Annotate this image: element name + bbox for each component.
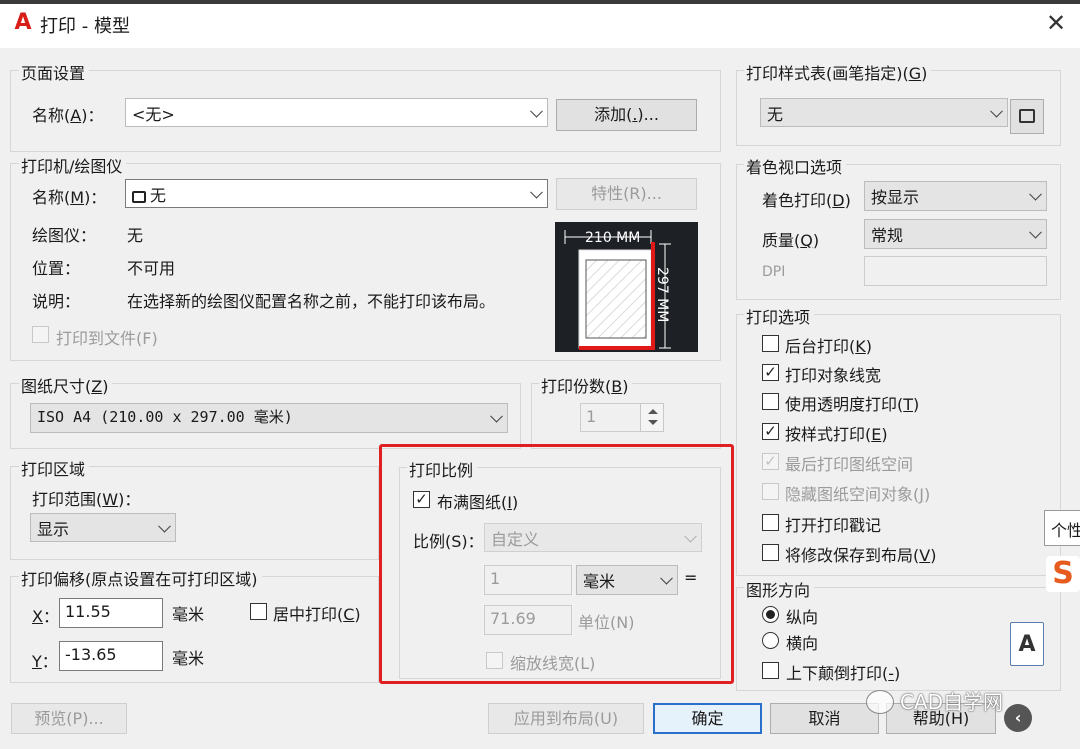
preview-button[interactable]: 预览(P)...	[11, 703, 127, 734]
chevron-down-icon	[530, 104, 543, 118]
plot-area-title: 打印区域	[19, 456, 90, 480]
chevron-down-icon	[1029, 187, 1042, 201]
offset-y-unit: 毫米	[172, 649, 205, 668]
plotter-value: 无	[127, 226, 144, 245]
wechat-icon	[866, 690, 894, 714]
center-plot-label: 居中打印(C)	[273, 605, 361, 624]
edit-plot-style-button[interactable]	[1010, 99, 1044, 134]
shade-plot-label: 着色打印(D)	[762, 191, 851, 210]
chevron-down-icon	[158, 519, 171, 533]
plot-option-label: 后台打印(K)	[785, 337, 872, 356]
print-to-file-label: 打印到文件(F)	[56, 329, 158, 348]
plot-option-checkbox[interactable]	[762, 335, 779, 352]
offset-x-input[interactable]: 11.55	[59, 598, 163, 628]
quality-label: 质量(Q)	[762, 231, 820, 250]
description-value: 在选择新的绘图仪配置名称之前，不能打印该布局。	[127, 292, 496, 311]
offset-y-input[interactable]: -13.65	[59, 641, 163, 671]
watermark: CAD自学网	[900, 690, 1004, 714]
plot-option-checkbox[interactable]	[762, 514, 779, 531]
apply-to-layout-button[interactable]: 应用到布局(U)	[488, 703, 644, 734]
preview-width-text: 210 MM	[585, 230, 640, 246]
help-expand-icon[interactable]: ‹	[1004, 704, 1032, 732]
chevron-down-icon	[990, 104, 1003, 118]
location-label: 位置：	[32, 259, 81, 278]
autocad-icon: A	[14, 10, 32, 35]
add-page-setup-button[interactable]: 添加(.)...	[556, 99, 697, 131]
copies-spinner[interactable]	[640, 403, 664, 432]
description-label: 说明：	[32, 292, 81, 311]
printer-icon	[132, 191, 146, 203]
portrait-radio[interactable]	[762, 606, 779, 623]
plot-option-label: 隐藏图纸空间对象(J)	[785, 485, 931, 504]
plot-option-checkbox[interactable]	[762, 544, 779, 561]
plot-option-label: 将修改保存到布局(V)	[785, 546, 937, 565]
center-plot-checkbox[interactable]	[250, 603, 267, 620]
portrait-label: 纵向	[786, 608, 819, 627]
paper-size-dropdown[interactable]: ISO A4 (210.00 x 297.00 毫米)	[30, 403, 508, 433]
plot-option-label: 最后打印图纸空间	[785, 455, 914, 474]
tooltip: 个性	[1044, 510, 1080, 546]
dpi-input[interactable]	[864, 256, 1047, 286]
plot-style-title: 打印样式表(画笔指定)(G)	[744, 60, 932, 84]
plot-range-label: 打印范围(W)：	[32, 490, 141, 509]
location-value: 不可用	[127, 259, 176, 278]
plot-option-checkbox[interactable]: ✓	[762, 423, 779, 440]
plot-options-title: 打印选项	[744, 304, 815, 328]
chevron-down-icon	[1029, 225, 1042, 239]
plot-option-label: 使用透明度打印(T)	[785, 395, 920, 414]
plot-option-checkbox[interactable]	[762, 483, 779, 500]
plotter-label: 绘图仪：	[32, 226, 97, 245]
spinner-down-icon[interactable]	[648, 420, 658, 425]
printer-name-label: 名称(M)：	[32, 188, 107, 207]
paper-size-title: 图纸尺寸(Z)	[19, 373, 113, 397]
chevron-down-icon	[530, 185, 543, 199]
offset-x-unit: 毫米	[172, 605, 205, 624]
ok-button[interactable]: 确定	[653, 703, 762, 734]
copies-input[interactable]: 1	[580, 403, 641, 432]
shaded-viewport-title: 着色视口选项	[744, 154, 847, 178]
dpi-label: DPI	[762, 264, 786, 280]
paper-preview: 210 MM 297 MM	[555, 222, 698, 352]
preview-height-text: 297 MM	[654, 267, 670, 322]
orientation-title: 图形方向	[744, 577, 815, 601]
plot-option-label: 打开打印戳记	[785, 516, 882, 535]
plot-option-label: 打印对象线宽	[785, 366, 882, 385]
printer-name-dropdown[interactable]: 无	[125, 179, 548, 208]
plot-style-dropdown[interactable]: 无	[760, 98, 1008, 127]
title-bar	[0, 0, 1080, 48]
window-title: 打印 - 模型	[40, 16, 130, 37]
page-setup-title: 页面设置	[19, 60, 90, 84]
upside-down-checkbox[interactable]	[762, 662, 779, 679]
paper-preview-drawing: 210 MM 297 MM	[564, 230, 671, 350]
chevron-down-icon	[490, 409, 503, 423]
offset-y-label: Y：	[32, 652, 58, 671]
plot-option-label: 按样式打印(E)	[785, 425, 888, 444]
radio-dot	[766, 610, 775, 619]
orientation-preview-icon: A	[1010, 622, 1044, 666]
printer-title: 打印机/绘图仪	[19, 153, 127, 177]
page-setup-name-label: 名称(A)：	[32, 106, 104, 125]
upside-down-label: 上下颠倒打印(-)	[786, 664, 901, 683]
printer-properties-button[interactable]: 特性(R)...	[556, 178, 697, 210]
plot-option-checkbox[interactable]: ✓	[762, 364, 779, 381]
spinner-up-icon[interactable]	[648, 409, 658, 414]
taskbar-strip	[0, 0, 1080, 4]
landscape-radio[interactable]	[762, 632, 779, 649]
quality-dropdown[interactable]: 常规	[864, 219, 1047, 249]
shade-plot-dropdown[interactable]: 按显示	[864, 181, 1047, 211]
plot-range-dropdown[interactable]: 显示	[30, 513, 176, 542]
highlight-annotation-box	[379, 444, 734, 684]
plot-style-edit-icon	[1019, 109, 1035, 123]
offset-x-label: X：	[32, 607, 59, 626]
cancel-button[interactable]: 取消	[770, 703, 879, 734]
page-setup-name-dropdown[interactable]: <无>	[125, 98, 548, 127]
close-icon[interactable]: ✕	[1044, 10, 1068, 36]
s-logo-icon: S	[1046, 556, 1080, 592]
copies-title: 打印份数(B)	[539, 373, 633, 397]
plot-option-checkbox[interactable]	[762, 393, 779, 410]
print-to-file-checkbox[interactable]	[32, 326, 49, 343]
plot-offset-title: 打印偏移(原点设置在可打印区域)	[19, 566, 262, 590]
plot-option-checkbox[interactable]: ✓	[762, 453, 779, 470]
landscape-label: 横向	[786, 634, 819, 653]
